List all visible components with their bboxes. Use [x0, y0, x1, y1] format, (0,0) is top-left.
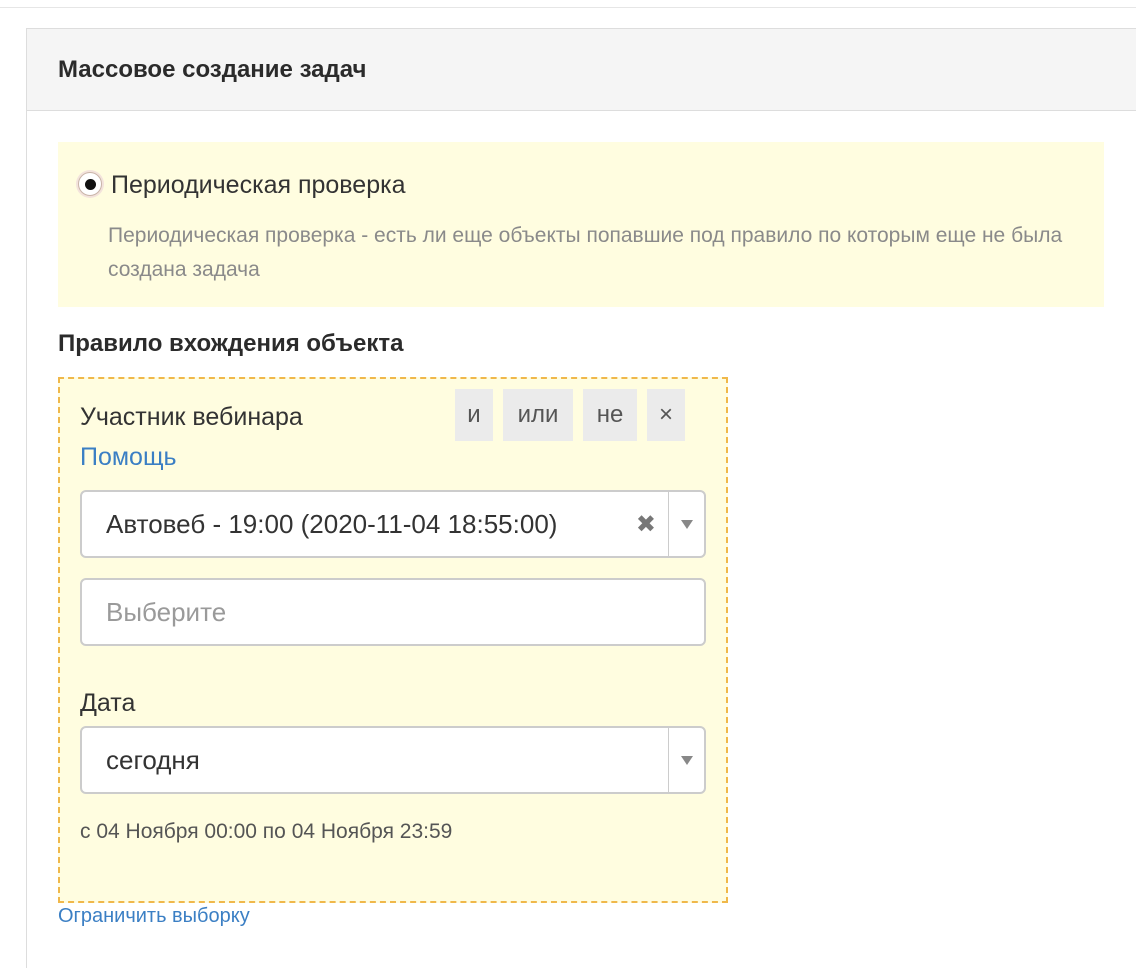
rule-condition-block: Участник вебинара и или не × Помощь Авто… [58, 377, 728, 903]
chevron-down-icon [680, 519, 693, 529]
chevron-down-icon [680, 755, 693, 765]
webinar-select-toggle[interactable] [668, 492, 704, 556]
help-link[interactable]: Помощь [80, 443, 177, 472]
operator-not-button[interactable]: не [583, 389, 637, 441]
rule-section-title: Правило вхождения объекта [58, 330, 404, 357]
condition-name: Участник вебинара [80, 403, 303, 431]
periodic-check-radio[interactable] [78, 172, 102, 196]
radio-selected-dot [85, 179, 96, 190]
date-label: Дата [80, 689, 136, 717]
operator-and-button[interactable]: и [455, 389, 493, 441]
top-divider [0, 7, 1136, 8]
periodic-check-label[interactable]: Периодическая проверка [111, 171, 406, 200]
remove-condition-button[interactable]: × [647, 389, 685, 441]
date-select[interactable]: сегодня [80, 726, 706, 794]
limit-selection-link[interactable]: Ограничить выборку [58, 905, 250, 928]
webinar-select-value: Автовеб - 19:00 (2020-11-04 18:55:00) [106, 508, 558, 539]
clear-selection-icon[interactable]: ✖ [636, 492, 656, 556]
mass-task-panel: Массовое создание задач Периодическая пр… [26, 28, 1136, 968]
periodic-check-description: Периодическая проверка - есть ли еще объ… [108, 224, 1063, 281]
panel-title: Массовое создание задач [58, 55, 367, 83]
date-range-text: с 04 Ноября 00:00 по 04 Ноября 23:59 [80, 820, 453, 843]
extra-select-input[interactable] [80, 578, 706, 646]
date-select-toggle[interactable] [668, 728, 704, 792]
panel-header: Массовое создание задач [27, 29, 1136, 111]
date-select-value: сегодня [106, 744, 200, 775]
operator-or-button[interactable]: или [503, 389, 573, 441]
periodic-check-option: Периодическая проверка Периодическая про… [58, 142, 1104, 307]
webinar-select[interactable]: Автовеб - 19:00 (2020-11-04 18:55:00) ✖ [80, 490, 706, 558]
